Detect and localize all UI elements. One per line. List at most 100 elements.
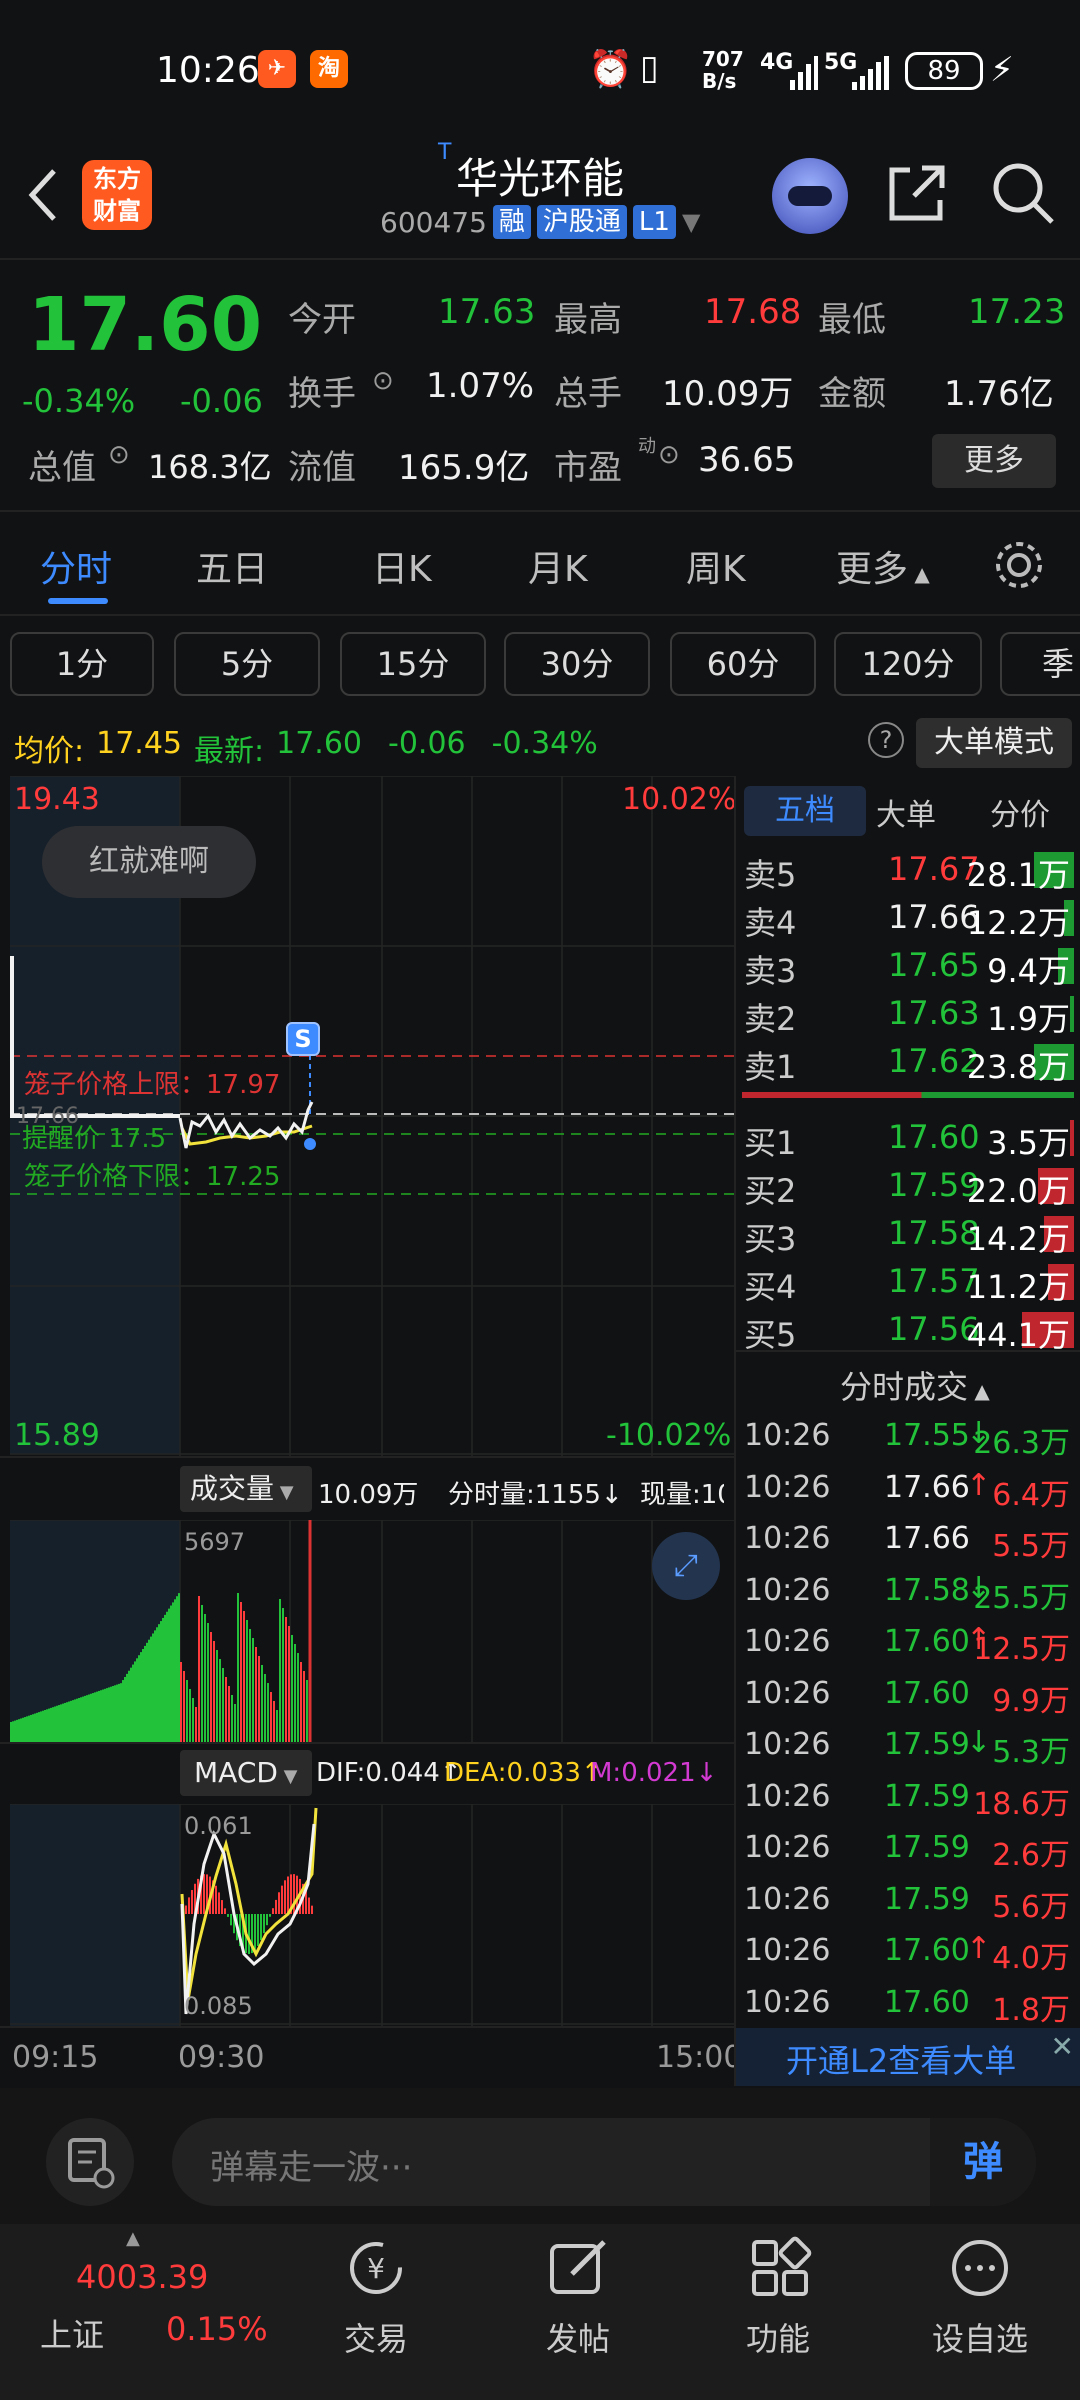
volume-bar xyxy=(80,1697,82,1742)
period-5min[interactable]: 5分 xyxy=(174,632,320,696)
volume-bar xyxy=(110,1686,112,1742)
volume-bar xyxy=(231,1695,233,1742)
danmaku-input[interactable]: 弹幕走一波··· 弹 xyxy=(172,2118,1036,2206)
close-icon[interactable]: ✕ xyxy=(1051,2030,1074,2063)
bid-volume: 11.2万 xyxy=(966,1268,1070,1306)
info-icon[interactable]: ⊙ xyxy=(658,440,680,470)
open-label: 今开 xyxy=(288,300,356,340)
high-value: 17.68 xyxy=(704,292,802,332)
volume-bar xyxy=(164,1614,166,1742)
volume-bar xyxy=(40,1711,42,1742)
volume-bar xyxy=(294,1644,296,1742)
info-icon[interactable]: ⊙ xyxy=(108,440,130,470)
dropdown-icon[interactable]: ▼ xyxy=(682,208,700,236)
volume-bar xyxy=(46,1709,48,1742)
amount-label: 金额 xyxy=(818,374,886,414)
macd-bar xyxy=(272,1908,274,1914)
volume-bar xyxy=(222,1668,224,1742)
bid-volume: 3.5万 xyxy=(987,1124,1070,1162)
nav-post[interactable]: 发帖 xyxy=(518,2314,638,2360)
trade-volume: 5.5万 xyxy=(992,1529,1070,1564)
volume-bar xyxy=(92,1693,94,1742)
tab-monthly-k[interactable]: 月K xyxy=(528,540,588,592)
period-quarter[interactable]: 季 xyxy=(1000,632,1080,696)
tab-big-orders[interactable]: 大单 xyxy=(876,790,936,834)
time-open: 09:30 xyxy=(178,2040,265,2075)
nav-add-watchlist[interactable]: 设自选 xyxy=(914,2314,1046,2360)
add-watchlist-icon[interactable] xyxy=(948,2236,1012,2300)
tab-level5[interactable]: 五档 xyxy=(744,786,866,836)
price-cage-lower-label: 笼子价格下限：17.25 xyxy=(24,1162,281,1192)
bid-row: 买3 17.58 14.2万 xyxy=(744,1210,1074,1258)
bid-level-label: 买2 xyxy=(744,1172,797,1210)
trade-time: 10:26 xyxy=(744,1727,831,1762)
tab-daily-k[interactable]: 日K xyxy=(372,540,432,592)
macd-indicator-select[interactable]: MACD ▼ xyxy=(180,1750,312,1796)
danmaku-settings-button[interactable] xyxy=(46,2118,134,2206)
functions-icon[interactable] xyxy=(748,2236,812,2300)
volume-bar xyxy=(30,1714,32,1742)
trade-icon[interactable]: ¥ xyxy=(344,2236,408,2300)
big-order-mode-button[interactable]: 大单模式 xyxy=(916,718,1072,768)
bid-level-label: 买3 xyxy=(744,1220,797,1258)
help-icon[interactable]: ? xyxy=(868,722,904,758)
share-icon[interactable] xyxy=(886,162,948,224)
tab-price-distribution[interactable]: 分价 xyxy=(990,790,1050,834)
robot-assistant-icon[interactable] xyxy=(772,158,848,234)
volume-bar xyxy=(122,1680,124,1742)
trade-volume: 6.4万 xyxy=(992,1477,1070,1513)
status-bar: 10:26 ✈ 淘 ⏰ ▯ 707 B/s 4G 5G 89 ⚡ xyxy=(0,0,1080,140)
info-icon[interactable]: ⊙ xyxy=(372,366,394,396)
tab-weekly-k[interactable]: 周K xyxy=(686,540,746,592)
last-price: 17.60 xyxy=(28,282,263,368)
index-expand-icon[interactable]: ▲ xyxy=(126,2228,140,2249)
period-1min[interactable]: 1分 xyxy=(10,632,154,696)
bid-volume: 22.0万 xyxy=(966,1172,1070,1210)
volume-bar xyxy=(72,1700,74,1742)
macd-bar xyxy=(287,1876,289,1914)
index-percent[interactable]: 0.15% xyxy=(166,2310,268,2348)
macd-bar xyxy=(308,1897,310,1914)
ask-volume: 1.9万 xyxy=(987,1000,1070,1038)
ask-volume: 23.8万 xyxy=(966,1048,1070,1086)
community-badge[interactable]: 红就难啊 xyxy=(42,826,256,898)
period-60min[interactable]: 60分 xyxy=(670,632,816,696)
volume-bar xyxy=(204,1614,206,1742)
tab-five-day[interactable]: 五日 xyxy=(196,540,268,592)
vibrate-icon: ▯ xyxy=(640,48,659,88)
danmaku-settings-icon xyxy=(68,2138,115,2189)
send-danmaku-button[interactable]: 弹 xyxy=(930,2118,1036,2206)
period-30min[interactable]: 30分 xyxy=(504,632,650,696)
stock-code: 600475 xyxy=(380,205,487,239)
volume-indicator-select[interactable]: 成交量 ▼ xyxy=(180,1466,312,1512)
volume-max-label: 5697 xyxy=(184,1528,246,1556)
macd-bar xyxy=(275,1899,277,1914)
sell-marker[interactable]: S xyxy=(286,1022,320,1056)
index-value[interactable]: 4003.39 xyxy=(76,2258,208,2296)
status-time: 10:26 xyxy=(156,50,260,91)
index-name[interactable]: 上证 xyxy=(40,2310,104,2356)
search-icon[interactable] xyxy=(990,160,1056,226)
nav-functions[interactable]: 功能 xyxy=(718,2314,838,2360)
nav-trade[interactable]: 交易 xyxy=(316,2314,436,2360)
period-15min[interactable]: 15分 xyxy=(340,632,486,696)
volume-bar xyxy=(142,1649,144,1742)
tab-more[interactable]: 更多 ▲ xyxy=(836,540,930,592)
divider xyxy=(0,2026,734,2028)
period-120min[interactable]: 120分 xyxy=(834,632,982,696)
tab-intraday[interactable]: 分时 xyxy=(40,540,112,592)
more-button[interactable]: 更多 xyxy=(932,434,1056,488)
l2-banner[interactable]: 开通L2查看大单 ✕ xyxy=(736,2028,1080,2086)
settings-gear-icon[interactable] xyxy=(992,538,1046,592)
volume-bar xyxy=(140,1652,142,1742)
macd-m: M:0.021↓ xyxy=(590,1758,718,1788)
fullscreen-expand-icon[interactable]: ⤢ xyxy=(652,1532,720,1600)
volume-bar xyxy=(146,1642,148,1742)
post-icon[interactable] xyxy=(546,2236,610,2300)
divider xyxy=(0,510,1080,512)
volume-bar xyxy=(291,1635,293,1742)
trades-title[interactable]: 分时成交 ▲ xyxy=(840,1362,990,1408)
volume-bar xyxy=(180,1662,182,1742)
stock-meta[interactable]: 600475 融 沪股通 L1 ▼ xyxy=(380,205,700,239)
macd-top-label: 0.061 xyxy=(184,1812,253,1840)
